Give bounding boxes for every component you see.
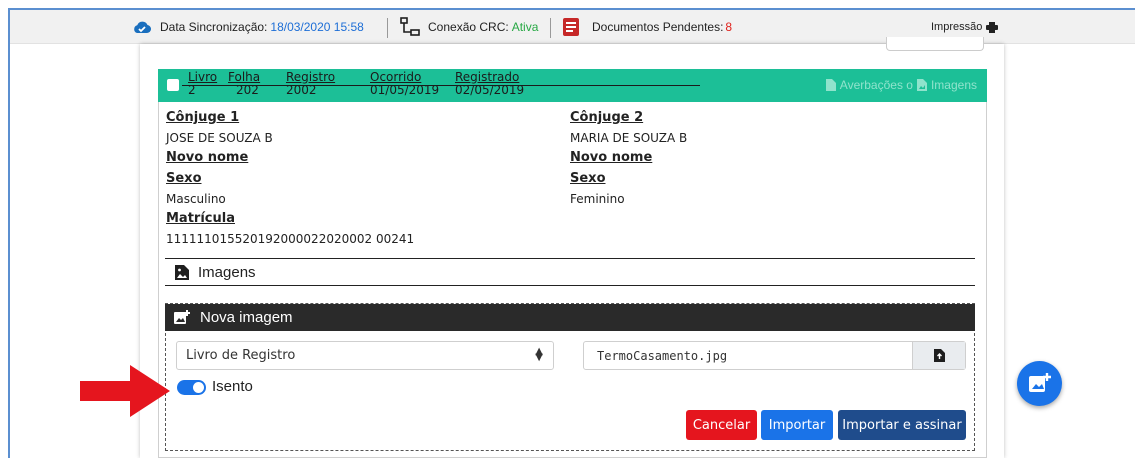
conjuge1-name: JOSE DE SOUZA B bbox=[166, 131, 273, 145]
browse-file-button[interactable] bbox=[912, 342, 965, 369]
image-file-icon bbox=[175, 264, 189, 280]
file-input[interactable]: TermoCasamento.jpg bbox=[583, 341, 966, 370]
file-name: TermoCasamento.jpg bbox=[597, 348, 728, 363]
conjuge2-sexo: Feminino bbox=[570, 192, 625, 206]
add-image-fab[interactable] bbox=[1017, 361, 1062, 406]
conjuge2-label: Cônjuge 2 bbox=[570, 110, 644, 125]
divider bbox=[387, 18, 388, 38]
conjuge2-name: MARIA DE SOUZA B bbox=[570, 131, 688, 145]
matricula-value: 111111015520192000022020002 00241 bbox=[166, 232, 415, 246]
toggle-knob bbox=[193, 382, 204, 393]
imagens-section-title: Imagens bbox=[198, 263, 256, 281]
sync-label: Data Sincronização: bbox=[160, 20, 268, 34]
conjuge2-novo-nome-label: Novo nome bbox=[570, 150, 653, 165]
select-value: Livro de Registro bbox=[186, 348, 296, 363]
crc-value: Ativa bbox=[511, 20, 539, 34]
conjuge1-label: Cônjuge 1 bbox=[166, 110, 240, 125]
network-icon bbox=[400, 17, 420, 36]
cancel-button[interactable]: Cancelar bbox=[686, 410, 757, 440]
tipo-imagem-select[interactable]: Livro de Registro ▲ ▼ bbox=[176, 341, 554, 370]
averbacoes-link[interactable]: Averbações o bbox=[840, 78, 913, 92]
col-folha: Folha 202 bbox=[228, 71, 260, 97]
image-file-icon bbox=[916, 79, 927, 91]
imagens-link[interactable]: Imagens bbox=[931, 78, 977, 92]
file-upload-icon bbox=[933, 349, 945, 362]
registro-header: Livro 2 Folha 202 Registro 2002 Ocorrido… bbox=[158, 69, 987, 102]
conjuge1-novo-nome-label: Novo nome bbox=[166, 150, 249, 165]
isento-label: Isento bbox=[212, 378, 253, 395]
pending-docs-label: Documentos Pendentes: bbox=[592, 20, 724, 34]
col-registrado: Registrado 02/05/2019 bbox=[455, 71, 524, 97]
file-icon bbox=[825, 79, 836, 91]
header-underline bbox=[182, 85, 700, 86]
import-button[interactable]: Importar bbox=[761, 410, 833, 440]
conjuge1-sexo: Masculino bbox=[166, 192, 226, 206]
pending-docs-count: 8 bbox=[725, 20, 733, 34]
document-list-icon bbox=[563, 18, 579, 36]
sync-status: Data Sincronização: 18/03/2020 15:58 bbox=[132, 10, 364, 44]
conjuge1-sexo-label: Sexo bbox=[166, 171, 202, 186]
select-checkbox[interactable] bbox=[167, 79, 179, 91]
col-registro: Registro 2002 bbox=[286, 71, 335, 97]
sync-value: 18/03/2020 15:58 bbox=[270, 20, 364, 34]
col-livro: Livro 2 bbox=[188, 71, 217, 97]
select-arrows-icon: ▲ ▼ bbox=[535, 346, 543, 363]
col-ocorrido: Ocorrido 01/05/2019 bbox=[370, 71, 439, 97]
printer-icon bbox=[986, 21, 999, 33]
header-actions[interactable]: Averbações o Imagens bbox=[825, 78, 977, 92]
add-image-icon bbox=[1028, 373, 1051, 392]
pending-docs[interactable]: Documentos Pendentes: 8 bbox=[562, 10, 732, 44]
crc-label: Conexão CRC: bbox=[428, 20, 509, 34]
divider bbox=[550, 18, 551, 38]
matricula-label: Matrícula bbox=[166, 211, 235, 226]
import-and-sign-button[interactable]: Importar e assinar bbox=[838, 410, 966, 440]
conjuge2-sexo-label: Sexo bbox=[570, 171, 606, 186]
isento-toggle[interactable] bbox=[177, 380, 206, 395]
add-image-icon bbox=[174, 310, 190, 324]
arrow-right-icon bbox=[80, 365, 170, 417]
cloud-sync-icon bbox=[134, 21, 152, 34]
nova-imagem-title: Nova imagem bbox=[200, 309, 293, 326]
nova-imagem-header: Nova imagem bbox=[165, 304, 975, 331]
partial-button[interactable] bbox=[886, 37, 984, 51]
print-label: Impressão bbox=[931, 21, 983, 33]
imagens-section-header: Imagens bbox=[165, 258, 975, 286]
crc-status: Conexão CRC: Ativa bbox=[399, 10, 538, 44]
